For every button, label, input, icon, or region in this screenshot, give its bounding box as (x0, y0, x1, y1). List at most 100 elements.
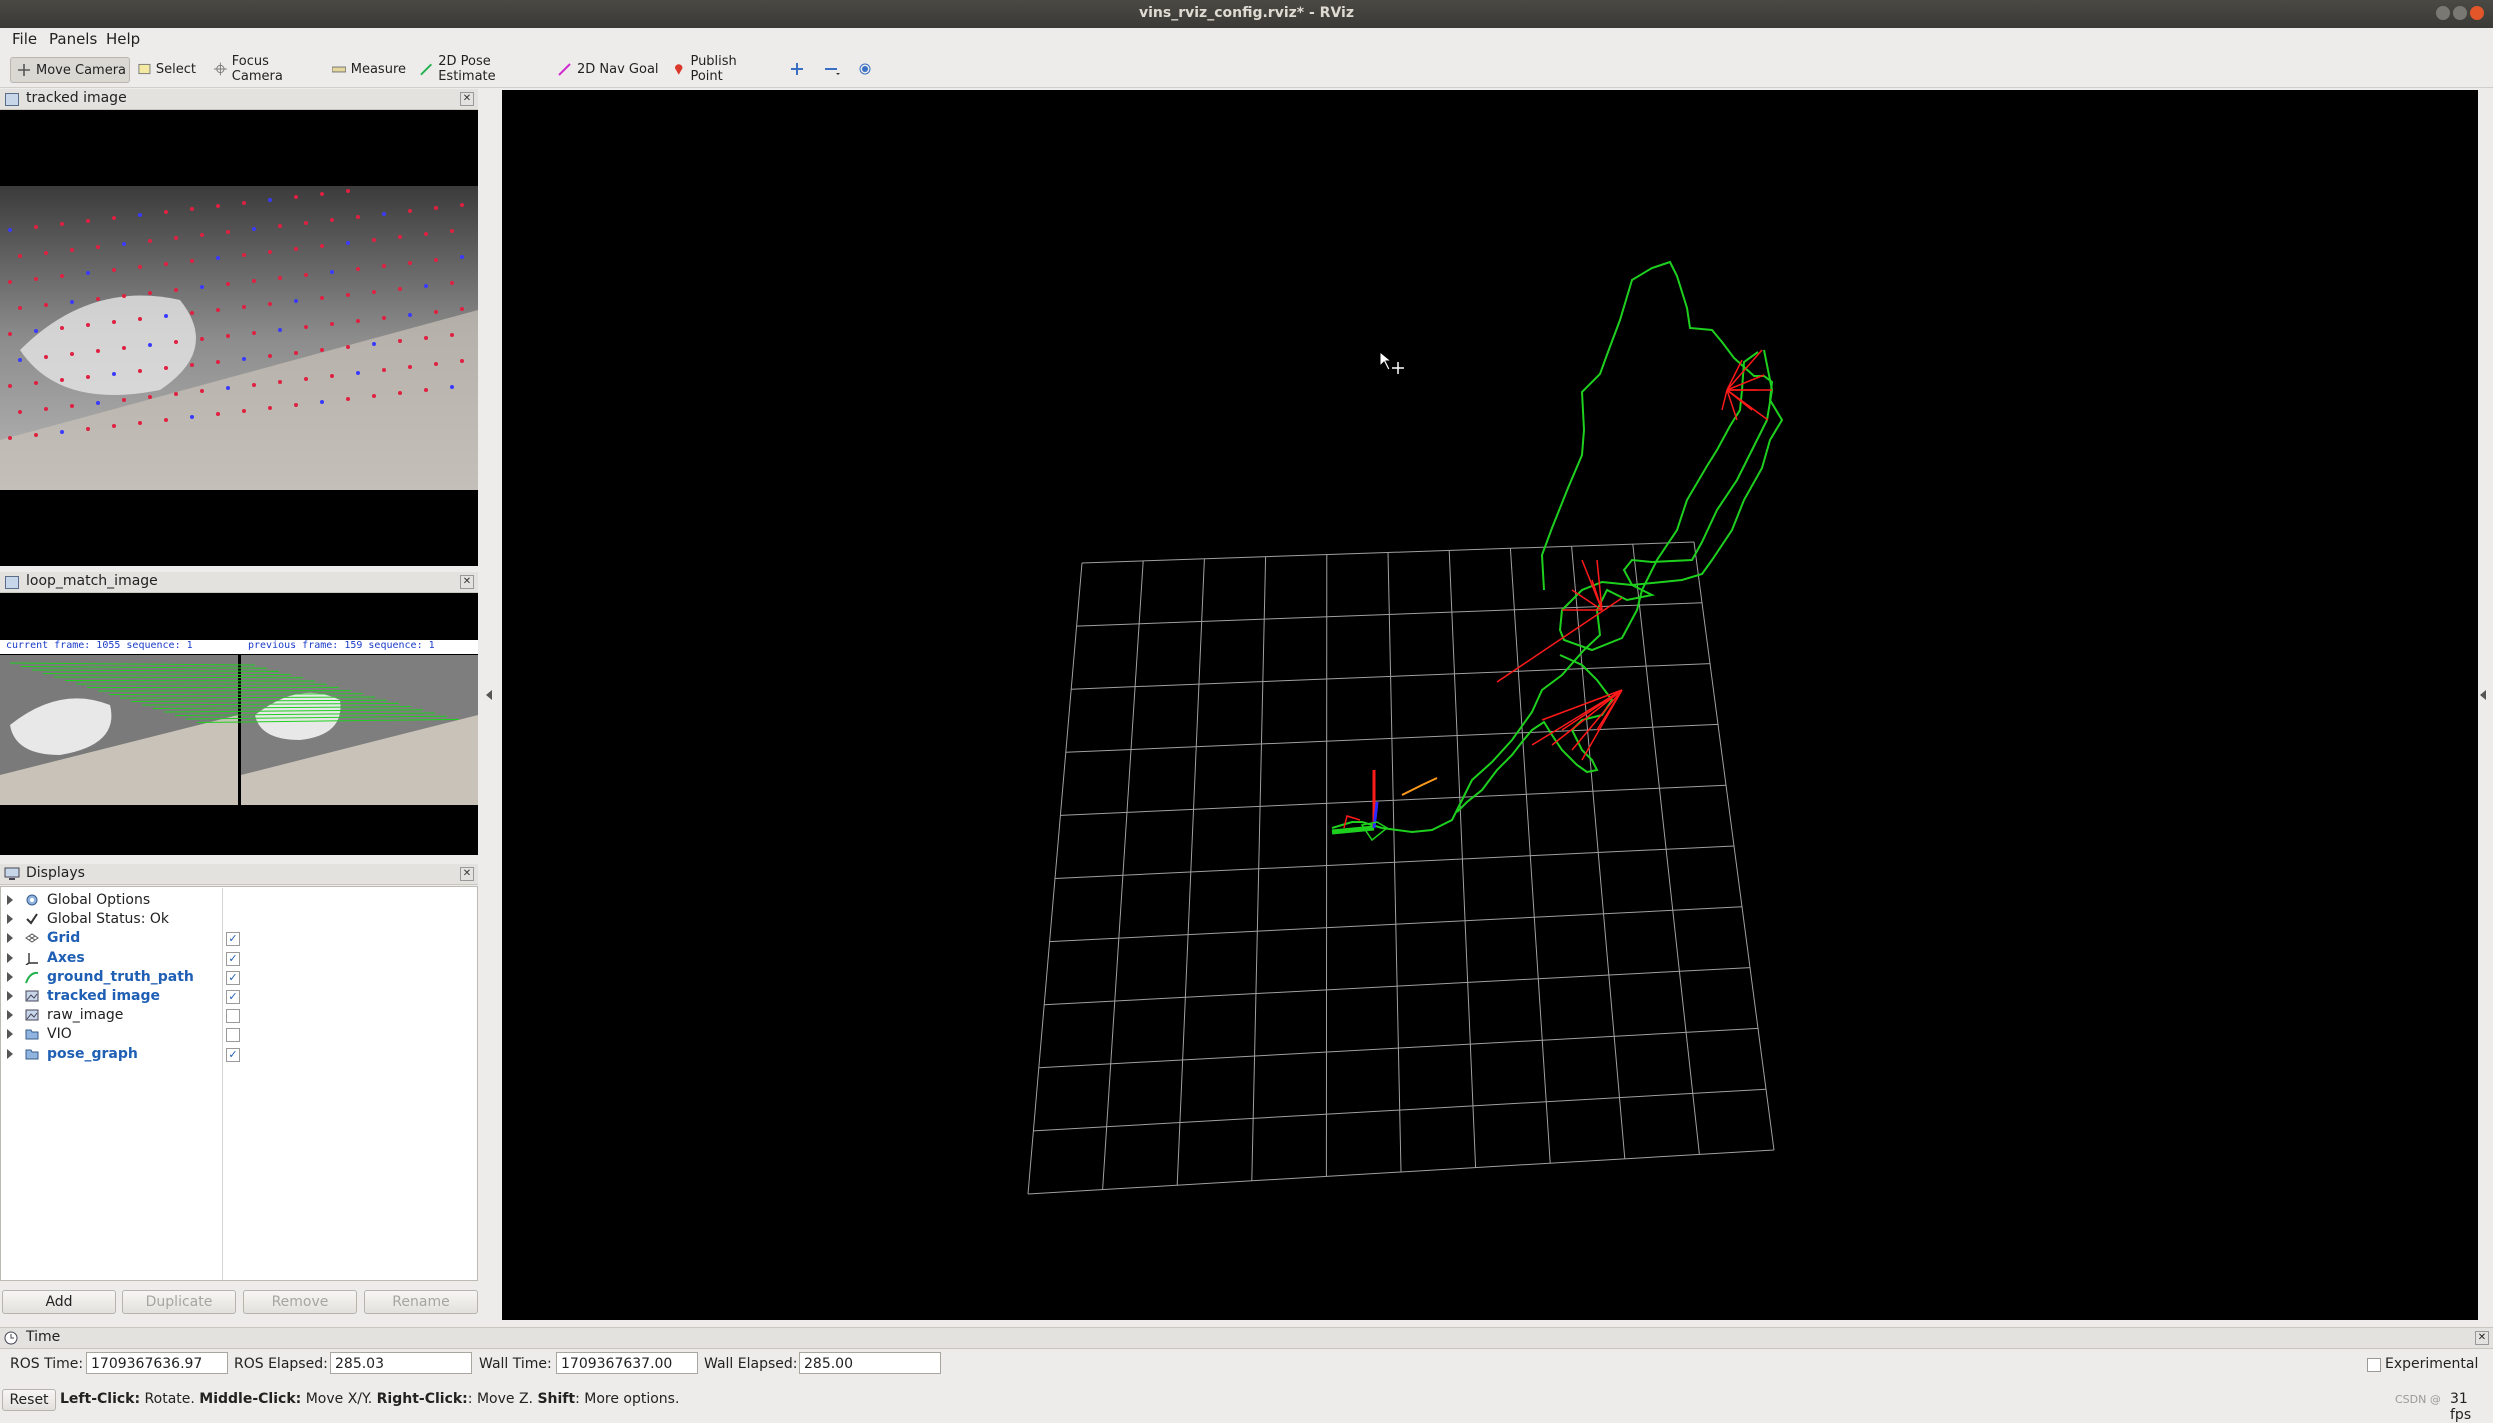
select-tool[interactable]: Select (132, 57, 196, 81)
display-item-label: ground_truth_path (47, 969, 194, 985)
display-item-pose-graph[interactable]: pose_graph✓ (1, 1045, 477, 1064)
display-enabled-checkbox[interactable]: ✓ (226, 932, 240, 946)
display-enabled-checkbox[interactable]: ✓ (226, 952, 240, 966)
feature-point (44, 303, 48, 307)
feature-point (450, 385, 454, 389)
expand-arrow-icon[interactable] (7, 895, 13, 905)
measure-tool[interactable]: Measure (326, 57, 406, 81)
focus-camera-tool[interactable]: Focus Camera (208, 57, 316, 81)
display-item-vio[interactable]: VIO (1, 1025, 477, 1044)
feature-point (138, 317, 142, 321)
rename-display-button[interactable]: Rename (364, 1290, 478, 1314)
feature-point (112, 320, 116, 324)
view-options-button[interactable] (858, 57, 880, 81)
feature-point (226, 386, 230, 390)
feature-point (278, 328, 282, 332)
menu-file[interactable]: File (12, 30, 37, 48)
menu-help[interactable]: Help (106, 30, 140, 48)
expand-arrow-icon[interactable] (7, 953, 13, 963)
display-item-axes[interactable]: Axes✓ (1, 949, 477, 968)
display-enabled-checkbox[interactable] (226, 1009, 240, 1023)
publish-point-tool[interactable]: Publish Point (666, 57, 770, 81)
close-panel-button[interactable]: ✕ (460, 867, 474, 881)
expand-arrow-icon[interactable] (7, 914, 13, 924)
nav-goal-label: 2D Nav Goal (577, 62, 659, 77)
gear-icon (25, 893, 39, 907)
feature-point (190, 259, 194, 263)
display-enabled-checkbox[interactable]: ✓ (226, 990, 240, 1004)
display-item-global-options[interactable]: Global Options (1, 891, 477, 910)
display-item-label: VIO (47, 1026, 72, 1042)
feature-point (122, 398, 126, 402)
orange-segment (1402, 778, 1437, 795)
feature-point (86, 271, 90, 275)
feature-point (8, 280, 12, 284)
display-item-grid[interactable]: Grid✓ (1, 929, 477, 948)
display-item-ground-truth-path[interactable]: ground_truth_path ✓ (1, 968, 477, 987)
display-enabled-checkbox[interactable] (226, 1028, 240, 1042)
status-bar: Reset Left-Click: Rotate. Middle-Click: … (0, 1386, 2493, 1413)
close-window-button[interactable] (2470, 6, 2484, 20)
expand-arrow-icon[interactable] (7, 972, 13, 982)
remove-display-button[interactable]: Remove (243, 1290, 357, 1314)
remove-tool-button[interactable] (824, 57, 846, 81)
display-item-raw-image[interactable]: raw_image (1, 1006, 477, 1025)
feature-point (460, 359, 464, 363)
display-item-global-status-ok[interactable]: Global Status: Ok (1, 910, 477, 929)
displays-tree: Global OptionsGlobal Status: OkGrid✓Axes… (0, 886, 478, 1281)
wall-time-field[interactable]: 1709367637.00 (556, 1352, 698, 1374)
move-camera-tool[interactable]: Move Camera (10, 57, 130, 83)
feature-point (252, 227, 256, 231)
loop-edge (1727, 390, 1768, 420)
feature-point (190, 363, 194, 367)
wall-elapsed-field[interactable]: 285.00 (799, 1352, 941, 1374)
feature-point (408, 261, 412, 265)
eye-icon (858, 62, 874, 76)
column-divider[interactable] (222, 888, 223, 1280)
ros-elapsed-field[interactable]: 285.03 (330, 1352, 472, 1374)
add-display-button[interactable]: Add (2, 1290, 116, 1314)
ros-time-field[interactable]: 1709367636.97 (86, 1352, 228, 1374)
display-enabled-checkbox[interactable]: ✓ (226, 971, 240, 985)
close-panel-button[interactable]: ✕ (2475, 1331, 2489, 1345)
feature-point (138, 213, 142, 217)
expand-arrow-icon[interactable] (7, 991, 13, 1001)
reset-button[interactable]: Reset (2, 1389, 56, 1411)
display-enabled-checkbox[interactable]: ✓ (226, 1048, 240, 1062)
menu-panels[interactable]: Panels (49, 30, 97, 48)
feature-point (96, 297, 100, 301)
image-panel-icon (5, 93, 19, 106)
feature-point (200, 337, 204, 341)
close-panel-button[interactable]: ✕ (460, 92, 474, 106)
expand-arrow-icon[interactable] (7, 1010, 13, 1020)
grid-line (1510, 548, 1550, 1163)
feature-point (96, 245, 100, 249)
monitor-icon (4, 867, 20, 881)
display-item-tracked-image[interactable]: tracked image✓ (1, 987, 477, 1006)
select-label: Select (156, 62, 196, 77)
experimental-checkbox[interactable] (2367, 1358, 2381, 1372)
feature-point (34, 433, 38, 437)
feature-point (242, 201, 246, 205)
minimize-window-button[interactable] (2436, 6, 2450, 20)
ruler-icon (332, 62, 346, 76)
expand-arrow-icon[interactable] (7, 933, 13, 943)
close-panel-button[interactable]: ✕ (460, 575, 474, 589)
loop-edge (1722, 390, 1727, 410)
image-panel-icon (5, 576, 19, 589)
pose-estimate-tool[interactable]: 2D Pose Estimate (414, 57, 546, 81)
nav-goal-tool[interactable]: 2D Nav Goal (552, 57, 662, 81)
collapse-right-dock-handle[interactable] (2480, 690, 2486, 700)
maximize-window-button[interactable] (2453, 6, 2467, 20)
feature-point (330, 270, 334, 274)
collapse-left-dock-handle[interactable] (486, 690, 492, 700)
expand-arrow-icon[interactable] (7, 1029, 13, 1039)
feature-point (268, 302, 272, 306)
add-tool-button[interactable] (790, 57, 810, 81)
expand-arrow-icon[interactable] (7, 1049, 13, 1059)
feature-point (330, 374, 334, 378)
duplicate-display-button[interactable]: Duplicate (122, 1290, 236, 1314)
feature-point (200, 233, 204, 237)
feature-point (252, 383, 256, 387)
render-viewport-3d[interactable] (502, 90, 2478, 1320)
